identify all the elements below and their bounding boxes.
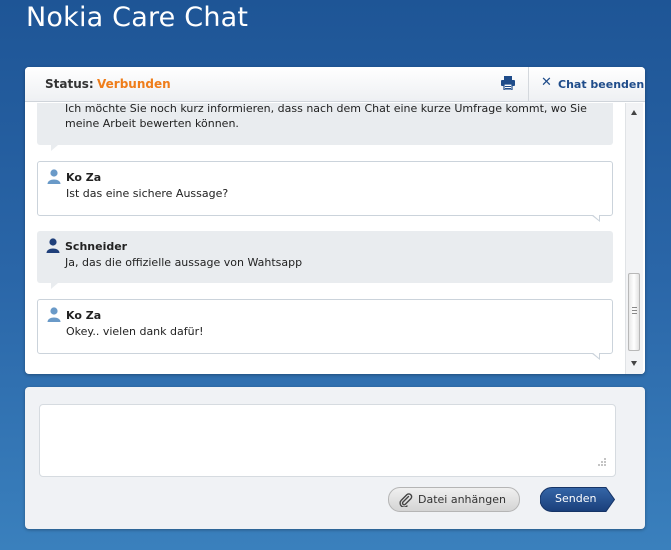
message-item: Ich möchte Sie noch kurz informieren, da… — [37, 103, 613, 151]
message-text: Ja, das die offizielle aussage von Wahts… — [65, 256, 303, 269]
user-avatar-icon — [47, 307, 61, 322]
attach-file-label: Datei anhängen — [418, 493, 506, 506]
message-sender: Ko Za — [66, 171, 102, 184]
scrollbar-thumb[interactable] — [628, 273, 640, 351]
end-chat-label: Chat beenden — [558, 78, 645, 91]
message-input[interactable] — [39, 404, 616, 477]
message-item: Schneider Ja, das die offizielle aussage… — [37, 231, 613, 289]
message-scrollbar[interactable] — [625, 103, 643, 374]
end-chat-button[interactable]: ✕ Chat beenden — [528, 67, 645, 102]
printer-icon — [501, 76, 515, 90]
agent-avatar-icon — [46, 238, 60, 253]
message-list: Ich möchte Sie noch kurz informieren, da… — [25, 103, 625, 374]
status-label: Status: — [45, 77, 94, 91]
message-item: Ko Za Ist das eine sichere Aussage? — [37, 161, 613, 222]
composer-panel: Datei anhängen Senden — [25, 387, 645, 529]
send-label: Senden — [555, 492, 597, 505]
resize-grip-icon[interactable] — [595, 457, 607, 469]
message-sender: Schneider — [65, 240, 128, 253]
message-text: Okey.. vielen dank dafür! — [66, 325, 204, 338]
scroll-up-arrow-icon[interactable] — [631, 110, 637, 115]
attach-file-button[interactable]: Datei anhängen — [388, 487, 520, 512]
send-button[interactable]: Senden — [540, 487, 615, 512]
print-button[interactable] — [495, 67, 529, 102]
status-bar: Status: Verbunden ✕ Chat beenden — [25, 67, 645, 102]
scroll-down-arrow-icon[interactable] — [631, 361, 637, 366]
chat-panel: Status: Verbunden ✕ Chat beenden Ich möc… — [25, 67, 645, 374]
message-item: Ko Za Okey.. vielen dank dafür! — [37, 299, 613, 360]
message-text: Ich möchte Sie noch kurz informieren, da… — [65, 103, 587, 130]
close-icon: ✕ — [541, 75, 552, 90]
message-text: Ist das eine sichere Aussage? — [66, 187, 229, 200]
app-title: Nokia Care Chat — [26, 2, 249, 33]
paperclip-icon — [399, 493, 413, 507]
status-value: Verbunden — [97, 77, 171, 91]
user-avatar-icon — [47, 169, 61, 184]
message-sender: Ko Za — [66, 309, 102, 322]
